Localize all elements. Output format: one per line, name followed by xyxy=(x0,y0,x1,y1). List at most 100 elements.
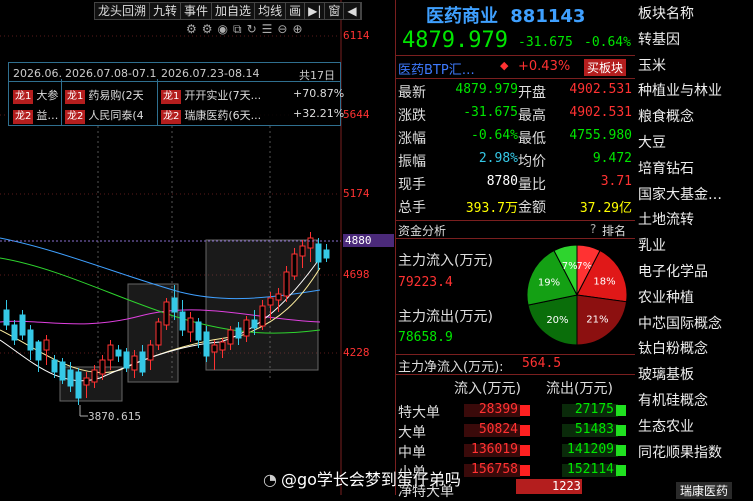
sector-list-item[interactable]: 中芯国际概念 xyxy=(638,313,722,333)
gear-icon[interactable]: ⚙ xyxy=(186,22,197,36)
candle-body xyxy=(307,237,314,249)
zoom-in-icon[interactable]: ⊕ xyxy=(292,22,302,36)
stat-value: 4755.980 xyxy=(569,128,632,143)
flow-out-value: 152114 xyxy=(567,462,614,477)
leader-tag: 龙2 xyxy=(161,110,182,124)
net-inflow-label: 主力净流入(万元): xyxy=(398,360,504,375)
eye-icon[interactable]: ◉ xyxy=(218,22,228,36)
pie-slice-label: 19% xyxy=(538,278,560,289)
toolbar-button-1[interactable]: 九转 xyxy=(150,3,182,19)
candle-body xyxy=(139,351,146,373)
sector-list-item[interactable]: 培育钻石 xyxy=(638,158,694,178)
event-stock: 益… xyxy=(36,109,59,122)
y-axis-label: 6114 xyxy=(343,29,370,42)
stat-value: 3.71 xyxy=(600,174,632,189)
sector-list-item[interactable]: 同花顺果指数 xyxy=(638,442,722,462)
flow-in-value: 50824 xyxy=(478,422,518,437)
event-row-2-col2[interactable]: 龙2 人民同泰(4 xyxy=(65,107,144,124)
event-pct: +32.21% xyxy=(293,107,345,120)
toolbar-button-3[interactable]: 加自选 xyxy=(212,3,256,19)
sector-list-item[interactable]: 钛白粉概念 xyxy=(638,338,708,358)
stat-label: 最低 xyxy=(518,131,546,147)
flow-out-value: 27175 xyxy=(574,402,614,417)
sector-list-item[interactable]: 生态农业 xyxy=(638,416,694,436)
watermark-text: @go学长会梦到蛋仔弟吗 xyxy=(280,470,461,489)
gear-icon-2[interactable]: ⚙ xyxy=(202,22,213,36)
candle-body xyxy=(179,311,186,331)
low-price-label: 3870.615 xyxy=(88,410,141,423)
fund-analysis-title: 资金分析 xyxy=(398,224,447,238)
stat-label: 涨幅 xyxy=(398,131,426,147)
stat-label: 开盘 xyxy=(518,85,546,101)
sector-list-item[interactable]: 玉米 xyxy=(638,55,666,75)
stat-label: 金额 xyxy=(518,200,546,216)
stat-value: 4879.979 xyxy=(455,82,518,97)
help-icon[interactable]: ? xyxy=(590,222,596,236)
flow-row-label: 中单 xyxy=(398,445,426,461)
list-icon[interactable]: ☰ xyxy=(262,22,273,36)
candle-body xyxy=(147,344,154,361)
toolbar-button-4[interactable]: 均线 xyxy=(255,3,287,19)
stat-value: 393.7万 xyxy=(465,201,518,216)
stat-value: 4902.531 xyxy=(569,82,632,97)
candle-body xyxy=(115,349,122,357)
event-col1-header: 2026.06. xyxy=(13,67,62,80)
event-row-2-col3[interactable]: 龙2 瑞康医药(6天... xyxy=(161,107,261,124)
candle-body xyxy=(171,297,178,313)
stat-label: 最高 xyxy=(518,108,546,124)
candle-body xyxy=(27,329,34,351)
sector-list-item[interactable]: 转基因 xyxy=(638,29,680,49)
sector-list-item[interactable]: 玻璃基板 xyxy=(638,364,694,384)
buy-sector-button[interactable]: 买板块 xyxy=(584,59,627,76)
candle-body xyxy=(251,319,258,329)
event-row-1[interactable]: 龙1 大参 xyxy=(13,87,58,104)
candle-body xyxy=(243,319,250,337)
sub-sector-name[interactable]: 医药BTP汇… xyxy=(398,59,475,78)
price-change-pct: -0.64% xyxy=(584,35,631,50)
toolbar-button-5[interactable]: 画 xyxy=(286,3,306,19)
sector-list-item[interactable]: 乳业 xyxy=(638,235,666,255)
candle-body xyxy=(155,321,162,346)
bottom-stock-tag[interactable]: 瑞康医药 xyxy=(676,482,733,499)
event-row-1-col2[interactable]: 龙1 药易购(2天 xyxy=(65,87,144,104)
candle-body xyxy=(299,245,306,257)
pie-slice-label: 18% xyxy=(593,277,615,288)
flow-row-label: 特大单 xyxy=(398,405,440,421)
stat-label: 涨跌 xyxy=(398,108,426,124)
quote-panel: 医药商业 881143 4879.979 -31.675 -0.64% 医药BT… xyxy=(395,0,635,500)
kline-chart[interactable]: 龙头回溯 九转 事件 加自选 均线画 ▶| 窗 ◀ ⚙ ⚙ ◉ ⧉ ↻ ☰ ⊖ ⊕ 6114 5… xyxy=(0,0,394,495)
sector-list-item[interactable]: 大豆 xyxy=(638,132,666,152)
y-axis-label: 5174 xyxy=(343,187,370,200)
sector-list-item[interactable]: 农业种植 xyxy=(638,287,694,307)
flow-out-header: 流出(万元) xyxy=(546,381,613,397)
candle-body xyxy=(283,271,290,297)
event-row-1-col3[interactable]: 龙1 开开实业(7天... xyxy=(161,87,261,104)
price-change: -31.675 xyxy=(518,35,573,50)
rank-button[interactable]: 排名 xyxy=(602,222,626,239)
toolbar-button-6[interactable]: ▶| xyxy=(305,3,326,19)
toolbar-button-8[interactable]: ◀ xyxy=(344,3,361,19)
zoom-out-icon[interactable]: ⊖ xyxy=(277,22,287,36)
sector-list-item[interactable]: 种植业与林业 xyxy=(638,80,722,100)
candle-body xyxy=(91,369,98,383)
candle-body xyxy=(163,301,170,326)
toolbar-button-2[interactable]: 事件 xyxy=(181,3,213,19)
refresh-icon[interactable]: ↻ xyxy=(247,22,257,36)
net-inflow-value: 564.5 xyxy=(522,356,562,371)
candle-body xyxy=(83,377,90,386)
sector-list-item[interactable]: 国家大基金… xyxy=(638,184,722,204)
event-row-2[interactable]: 龙2 益… xyxy=(13,107,58,124)
toolbar-button-0[interactable]: 龙头回溯 xyxy=(95,3,151,19)
sector-list-item[interactable]: 有机硅概念 xyxy=(638,390,708,410)
copy-icon[interactable]: ⧉ xyxy=(233,22,242,36)
sector-list-item[interactable]: 电子化学品 xyxy=(638,261,708,281)
stat-label: 振幅 xyxy=(398,154,426,170)
toolbar-button-7[interactable]: 窗 xyxy=(325,3,345,19)
sector-list-item[interactable]: 土地流转 xyxy=(638,209,694,229)
leader-tag: 龙1 xyxy=(65,90,86,104)
candle-body xyxy=(123,351,130,369)
sector-list: 板块名称 转基因 玉米 种植业与林业 粮食概念 大豆 培育钻石 国家大基金… 土地流转 乳业 电子化… xyxy=(636,0,753,495)
candle-body xyxy=(107,344,114,361)
y-axis-label: 5644 xyxy=(343,108,370,121)
sector-list-item[interactable]: 粮食概念 xyxy=(638,106,694,126)
